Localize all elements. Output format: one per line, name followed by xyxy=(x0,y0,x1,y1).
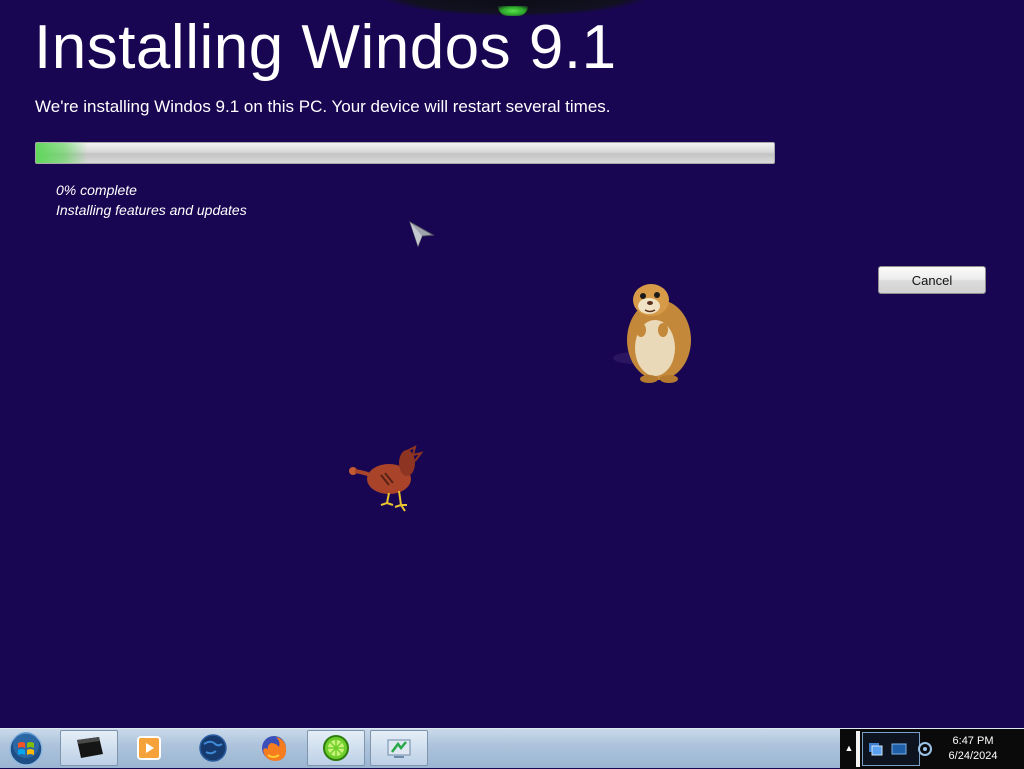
lime-app-icon xyxy=(323,735,349,761)
hamster-sprite[interactable] xyxy=(605,276,700,386)
monitor-icon[interactable] xyxy=(891,741,907,757)
progress-bar-glow xyxy=(36,143,88,163)
progress-task-text: Installing features and updates xyxy=(56,202,247,218)
globe-icon xyxy=(199,734,227,762)
taskbar-lime-app-button[interactable] xyxy=(307,730,365,766)
install-description: We're installing Windos 9.1 on this PC. … xyxy=(35,97,611,116)
taskbar-media-player-button[interactable] xyxy=(120,730,178,766)
taskbar-terminal-button[interactable] xyxy=(60,730,118,766)
start-button[interactable] xyxy=(6,730,46,768)
progress-percent-text: 0% complete xyxy=(56,182,137,198)
cancel-button[interactable]: Cancel xyxy=(878,266,986,294)
tray-divider xyxy=(856,731,860,767)
mouse-pointer-icon xyxy=(409,220,435,248)
clock-time: 6:47 PM xyxy=(952,735,994,747)
windows-orb-icon xyxy=(9,732,43,766)
taskbar-display-settings-button[interactable] xyxy=(370,730,428,766)
volume-icon[interactable] xyxy=(917,741,933,757)
install-progress-bar xyxy=(35,142,775,164)
network-icon[interactable] xyxy=(867,741,883,757)
firefox-icon xyxy=(262,736,287,761)
media-player-icon xyxy=(137,736,161,760)
display-settings-icon xyxy=(387,739,411,758)
taskbar-globe-button[interactable] xyxy=(184,730,242,766)
taskbar-firefox-button[interactable] xyxy=(245,730,303,766)
taskbar-clock[interactable]: 6:47 PM 6/24/2024 xyxy=(938,734,1008,764)
clock-date: 6/24/2024 xyxy=(948,750,998,762)
page-title: Installing Windos 9.1 xyxy=(34,13,617,82)
bird-sprite[interactable] xyxy=(345,445,430,515)
taskbar: ▲ 6:47 PM 6/24/2024 xyxy=(0,728,1024,769)
show-hidden-arrow-icon[interactable]: ▲ xyxy=(843,741,855,755)
terminal-window-icon xyxy=(77,737,103,758)
